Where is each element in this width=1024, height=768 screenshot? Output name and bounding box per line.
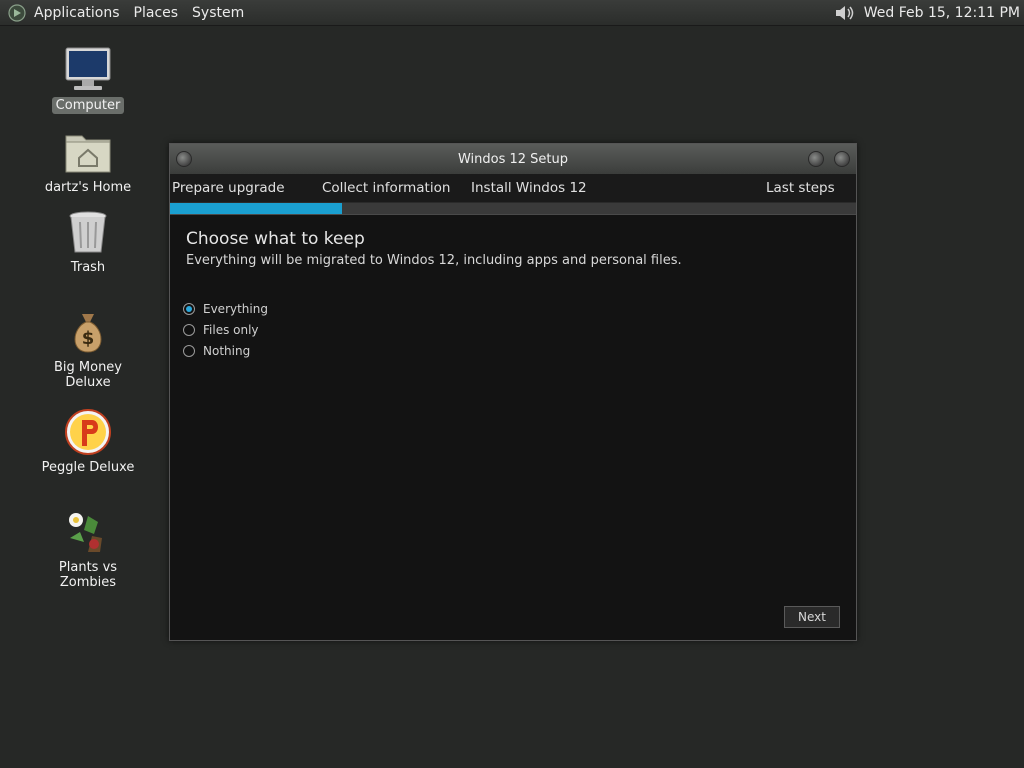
desktop-icon-label: Big Money Deluxe [53,360,122,390]
window-title: Windos 12 Setup [457,151,569,167]
desktop-icon-label: Computer [51,97,125,114]
desktop-icon-label: Plants vs Zombies [58,560,118,590]
volume-icon[interactable] [834,4,856,22]
option-label: Nothing [203,343,251,358]
setup-progress-bar [170,202,856,215]
step-prepare-upgrade: Prepare upgrade [172,180,285,196]
option-files-only[interactable]: Files only [183,319,840,340]
setup-progress-fill [170,203,342,214]
menu-places[interactable]: Places [134,5,179,21]
home-folder-icon [65,135,111,173]
next-button[interactable]: Next [784,606,840,628]
menu-applications[interactable]: Applications [34,5,120,21]
step-collect-information: Collect information [322,180,451,196]
peggle-icon [65,409,111,455]
desktop-icon-big-money[interactable]: $ Big Money Deluxe [28,308,148,391]
computer-icon [65,47,111,90]
desktop-icon-label: Trash [70,260,106,275]
option-nothing[interactable]: Nothing [183,340,840,361]
keep-options: Everything Files only Nothing [183,298,840,361]
panel-tray: Wed Feb 15, 12:11 PM [834,4,1020,22]
plants-vs-zombies-icon [69,513,102,552]
page-subtext: Everything will be migrated to Windos 12… [186,253,682,268]
setup-content: Choose what to keep Everything will be m… [170,215,856,375]
setup-steps: Prepare upgrade Collect information Inst… [170,174,856,202]
radio-everything[interactable] [183,302,195,315]
step-last-steps: Last steps [766,180,835,196]
radio-nothing[interactable] [183,344,195,357]
top-panel: Applications Places System Wed Feb 15, 1… [0,0,1024,26]
desktop-icon-pvz[interactable]: Plants vs Zombies [28,508,148,591]
trash-icon [69,211,107,253]
clock[interactable]: Wed Feb 15, 12:11 PM [864,5,1020,21]
money-bag-icon: $ [74,314,102,353]
minimize-button[interactable] [808,151,824,167]
distro-logo-icon[interactable] [8,3,26,22]
page-heading: Choose what to keep [186,229,365,249]
step-install: Install Windos 12 [471,180,587,196]
menu-system[interactable]: System [192,5,244,21]
desktop-icon-home[interactable]: dartz's Home [28,128,148,196]
option-label: Files only [203,322,259,337]
radio-files-only[interactable] [183,323,195,336]
window-menu-button[interactable] [176,151,192,167]
option-everything[interactable]: Everything [183,298,840,319]
svg-text:$: $ [82,328,95,349]
option-label: Everything [203,301,268,316]
desktop-icon-computer[interactable]: Computer [28,46,148,114]
window-titlebar[interactable]: Windos 12 Setup [170,144,856,174]
desktop-icon-label: Peggle Deluxe [41,460,135,475]
desktop-icon-peggle[interactable]: Peggle Deluxe [28,408,148,476]
desktop-icon-label: dartz's Home [44,180,132,195]
desktop-icon-trash[interactable]: Trash [28,208,148,276]
close-button[interactable] [834,151,850,167]
setup-window: Windos 12 Setup Prepare upgrade Collect … [169,143,857,641]
